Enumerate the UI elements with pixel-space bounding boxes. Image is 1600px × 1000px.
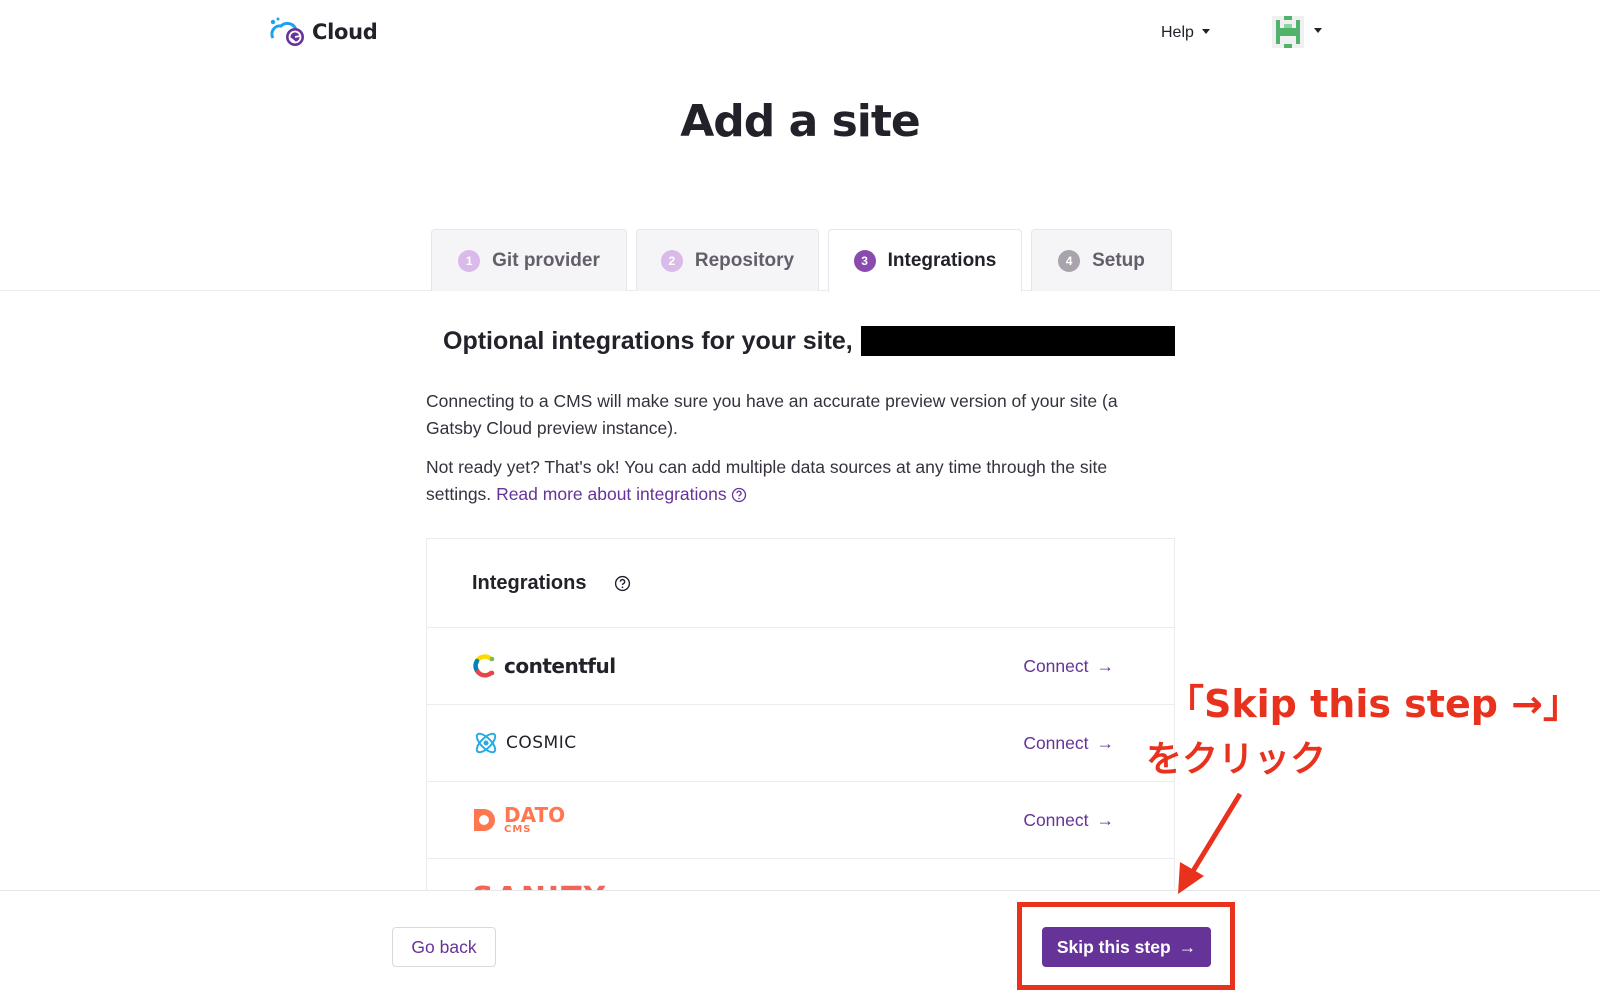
tab-label: Git provider <box>492 249 600 271</box>
step-number: 4 <box>1058 249 1081 272</box>
redacted-site-name <box>860 326 1175 356</box>
go-back-button[interactable]: Go back <box>392 927 496 967</box>
list-item: DATO CMS Connect → <box>427 782 1174 859</box>
annotation-arrow-icon <box>1178 792 1243 894</box>
page-title: Add a site <box>680 96 921 147</box>
integrations-title: Integrations <box>472 571 587 594</box>
integrations-card: Integrations contentful Connect → COSMIC… <box>426 538 1175 890</box>
annotation-callout: 「Skip this step →」 をクリック <box>1146 676 1582 788</box>
arrow-right-icon: → <box>1096 809 1115 830</box>
help-circle-icon[interactable] <box>614 575 631 592</box>
gatsby-cloud-logo[interactable]: Cloud <box>268 16 378 48</box>
cloud-logo-icon <box>270 17 304 46</box>
section-heading: Optional integrations for your site, <box>443 326 1175 356</box>
section-heading-text: Optional integrations for your site, <box>443 326 853 355</box>
tab-setup[interactable]: 4 Setup <box>1031 229 1172 291</box>
tab-repository[interactable]: 2 Repository <box>636 229 819 291</box>
list-item: COSMIC Connect → <box>427 705 1174 782</box>
cosmic-logo: COSMIC <box>472 729 577 757</box>
connect-datocms-button[interactable]: Connect → <box>1023 810 1114 831</box>
step-number: 3 <box>853 250 876 272</box>
contentful-logo: contentful <box>472 653 616 679</box>
chevron-down-icon <box>1201 28 1210 34</box>
user-menu[interactable] <box>1272 16 1322 48</box>
tab-label: Setup <box>1092 249 1145 271</box>
connect-label: Connect <box>1023 655 1089 676</box>
help-circle-icon <box>731 488 746 503</box>
step-number: 2 <box>660 249 683 272</box>
top-header: Cloud Help <box>0 0 1600 70</box>
footer-bar: Go back Skip this step → <box>0 890 1600 1000</box>
skip-step-button[interactable]: Skip this step → <box>1042 927 1211 967</box>
datocms-icon <box>474 809 495 831</box>
datocms-wordmark: DATO CMS <box>504 805 565 835</box>
tab-label: Integrations <box>887 250 997 271</box>
logo-text: Cloud <box>312 20 378 44</box>
arrow-right-icon: → <box>1096 655 1115 676</box>
help-label: Help <box>1161 24 1194 41</box>
arrow-right-icon: → <box>1178 936 1197 957</box>
tab-label: Repository <box>694 249 795 271</box>
datocms-logo: DATO CMS <box>472 805 565 835</box>
cms-description: Connecting to a CMS will make sure you h… <box>426 391 1118 438</box>
list-item: contentful Connect → <box>427 628 1174 705</box>
not-ready-description: Not ready yet? That's ok! You can add mu… <box>426 454 1146 508</box>
connect-cosmic-button[interactable]: Connect → <box>1023 733 1114 754</box>
list-item: SANITY <box>427 859 1174 890</box>
dato-name: DATO <box>504 803 566 827</box>
sanity-name: SANITY <box>472 881 607 890</box>
connect-contentful-button[interactable]: Connect → <box>1023 656 1114 677</box>
tab-git-provider[interactable]: 1 Git provider <box>431 229 627 291</box>
contentful-icon <box>473 654 495 678</box>
step-number: 1 <box>458 249 481 272</box>
cosmic-name: COSMIC <box>506 733 577 753</box>
connect-label: Connect <box>1023 809 1089 830</box>
annotation-line2: をクリック <box>1146 739 1327 780</box>
arrow-right-icon: → <box>1096 732 1115 753</box>
connect-label: Connect <box>1023 732 1089 753</box>
annotation-line1: 「Skip this step →」 <box>1166 682 1582 726</box>
skip-label: Skip this step <box>1056 936 1171 957</box>
chevron-down-icon <box>1314 27 1322 33</box>
contentful-name: contentful <box>504 654 616 678</box>
read-more-label: Read more about integrations <box>496 484 727 504</box>
tab-integrations[interactable]: 3 Integrations <box>828 229 1022 292</box>
cosmic-icon <box>475 732 497 754</box>
dato-sub: CMS <box>504 824 532 835</box>
read-more-integrations-link[interactable]: Read more about integrations <box>496 484 747 504</box>
integrations-card-header: Integrations <box>427 539 1174 628</box>
avatar <box>1272 16 1304 48</box>
help-menu[interactable]: Help <box>1161 24 1210 42</box>
